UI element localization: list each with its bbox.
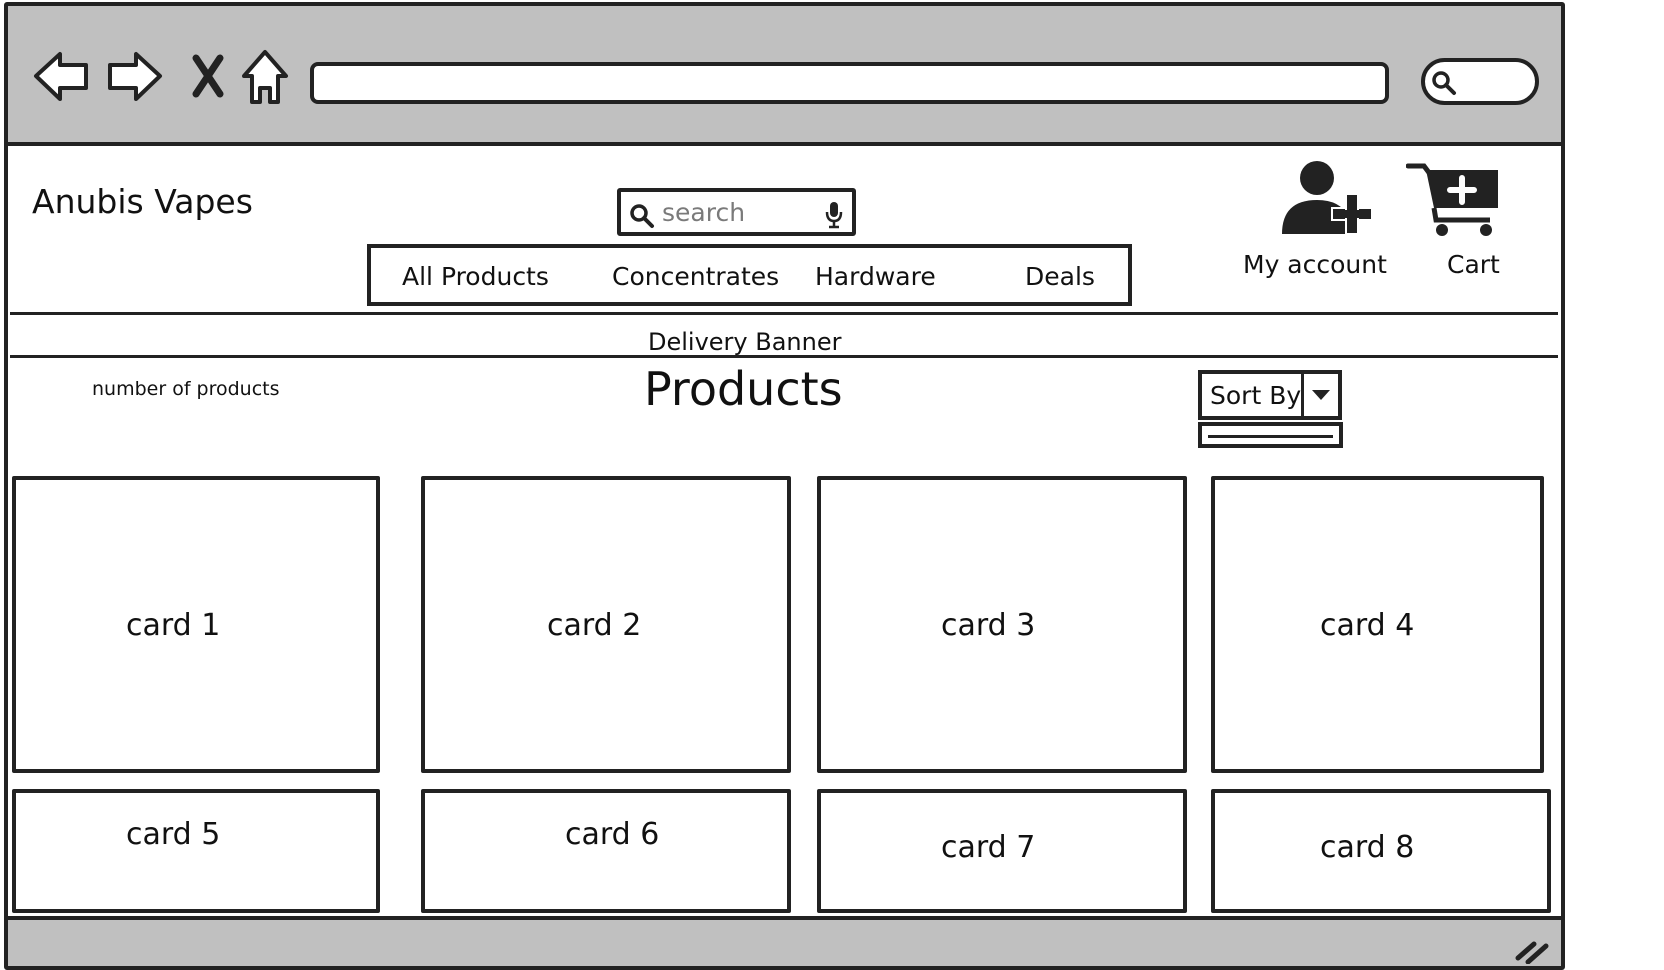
- forward-arrow-icon[interactable]: [104, 48, 164, 104]
- home-icon[interactable]: [240, 48, 290, 106]
- delivery-banner: Delivery Banner: [648, 328, 842, 356]
- sort-dropdown-toggle[interactable]: [1301, 374, 1338, 416]
- nav-item-deals[interactable]: Deals: [1025, 262, 1095, 291]
- brand-logo-text[interactable]: Anubis Vapes: [32, 182, 253, 221]
- product-card[interactable]: card 1: [12, 476, 380, 773]
- product-card[interactable]: card 5: [12, 789, 380, 913]
- product-card[interactable]: card 4: [1211, 476, 1544, 773]
- nav-item-concentrates[interactable]: Concentrates: [612, 262, 779, 291]
- sort-label: Sort By: [1210, 381, 1302, 410]
- card-label: card 2: [547, 608, 642, 643]
- nav-item-all-products[interactable]: All Products: [402, 262, 549, 291]
- url-bar[interactable]: [310, 62, 1389, 104]
- product-card[interactable]: card 8: [1211, 789, 1551, 913]
- card-label: card 6: [565, 817, 660, 852]
- card-label: card 5: [126, 817, 221, 852]
- product-card[interactable]: card 2: [421, 476, 791, 773]
- close-x-icon[interactable]: [188, 54, 228, 98]
- divider-top: [10, 312, 1558, 315]
- resize-handle-icon[interactable]: [1514, 936, 1550, 964]
- back-arrow-icon[interactable]: [32, 48, 92, 104]
- category-nav: All Products Concentrates Hardware Deals: [367, 244, 1132, 306]
- card-label: card 7: [941, 830, 1036, 865]
- product-card[interactable]: card 6: [421, 789, 791, 913]
- product-count: number of products: [92, 378, 280, 400]
- cart-label[interactable]: Cart: [1447, 250, 1500, 279]
- search-placeholder: search: [662, 198, 746, 227]
- add-user-icon[interactable]: [1280, 160, 1380, 240]
- sort-dropdown[interactable]: Sort By: [1198, 370, 1342, 420]
- add-to-cart-icon[interactable]: [1406, 160, 1502, 240]
- search-icon: [630, 204, 654, 228]
- divider-bottom: [10, 355, 1558, 358]
- sort-options-strip[interactable]: [1198, 422, 1343, 448]
- microphone-icon[interactable]: [824, 200, 844, 230]
- browser-toolbar: [8, 6, 1561, 146]
- card-label: card 4: [1320, 608, 1415, 643]
- browser-status-bar: [8, 916, 1561, 966]
- product-card[interactable]: card 7: [817, 789, 1187, 913]
- nav-item-hardware[interactable]: Hardware: [815, 262, 936, 291]
- product-card[interactable]: card 3: [817, 476, 1187, 773]
- card-label: card 8: [1320, 830, 1415, 865]
- card-label: card 3: [941, 608, 1036, 643]
- page-title: Products: [644, 362, 843, 416]
- browser-search-field[interactable]: [1421, 58, 1539, 105]
- search-input[interactable]: search: [617, 188, 856, 236]
- search-icon: [1432, 71, 1456, 95]
- account-label[interactable]: My account: [1243, 250, 1387, 279]
- chevron-down-icon: [1312, 390, 1330, 400]
- card-label: card 1: [126, 608, 221, 643]
